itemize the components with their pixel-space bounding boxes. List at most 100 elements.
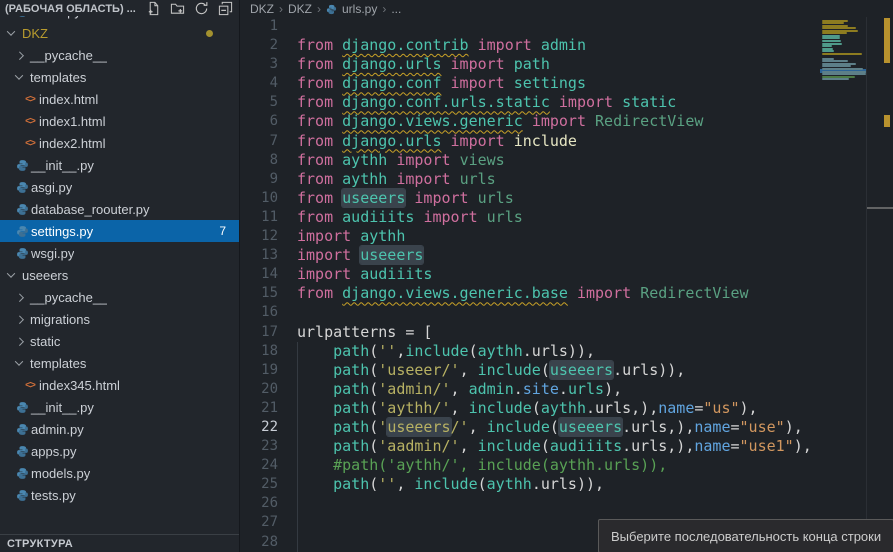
tree-item-index.html[interactable]: <>index.html [0, 88, 239, 110]
tree-item-templates[interactable]: templates [0, 66, 239, 88]
code-line-2[interactable]: 2from django.contrib import admin [241, 36, 893, 55]
tree-item-label: templates [29, 356, 86, 371]
code-line-10[interactable]: 10from useeers import urls [241, 189, 893, 208]
code-text: #path('aythh/', include(aythh.urls)), [297, 456, 893, 475]
tree-item-index1.html[interactable]: <>index1.html [0, 110, 239, 132]
line-number: 28 [241, 533, 297, 552]
code-text: import useeers [297, 246, 893, 265]
tree-item-useeers[interactable]: useeers [0, 264, 239, 286]
tree-item-settings.py[interactable]: settings.py 7 [0, 220, 239, 242]
code-text: path('admin/', admin.site.urls), [297, 380, 893, 399]
tree-item-apps.py[interactable]: apps.py [0, 440, 239, 462]
code-line-5[interactable]: 5from django.conf.urls.static import sta… [241, 93, 893, 112]
code-line-23[interactable]: 23 path('aadmin/', include(audiiits.urls… [241, 437, 893, 456]
tree-item-migrations[interactable]: migrations [0, 308, 239, 330]
code-line-9[interactable]: 9from aythh import urls [241, 170, 893, 189]
line-number: 6 [241, 112, 297, 131]
code-text: from aythh import views [297, 151, 893, 170]
line-number: 11 [241, 208, 297, 227]
chevron-right-icon [15, 337, 23, 345]
tree-item-__init__.py[interactable]: __init__.py [0, 396, 239, 418]
code-line-7[interactable]: 7from django.urls import include [241, 132, 893, 151]
tree-item-static[interactable]: static [0, 330, 239, 352]
line-number: 18 [241, 342, 297, 361]
breadcrumb-item-folder[interactable]: DKZ [250, 2, 274, 16]
code-line-26[interactable]: 26 [241, 494, 893, 513]
tree-item-label: index345.html [38, 378, 120, 393]
minimap-line [822, 68, 863, 70]
new-folder-icon[interactable] [170, 1, 185, 16]
code-line-16[interactable]: 16 [241, 303, 893, 322]
breadcrumb-item-symbol[interactable]: ... [391, 2, 401, 16]
minimap[interactable] [820, 17, 866, 537]
problems-count-badge: 7 [219, 224, 226, 238]
code-line-1[interactable]: 1 [241, 17, 893, 36]
code-line-21[interactable]: 21 path('aythh/', include(aythh.urls,),n… [241, 399, 893, 418]
code-line-13[interactable]: 13import useeers [241, 246, 893, 265]
code-text: path('useeer/', include(useeers.urls)), [297, 361, 893, 380]
code-line-17[interactable]: 17urlpatterns = [ [241, 323, 893, 342]
tree-item-label: index1.html [38, 114, 105, 129]
tree-item-__pycache__[interactable]: __pycache__ [0, 286, 239, 308]
code-line-19[interactable]: 19 path('useeer/', include(useeers.urls)… [241, 361, 893, 380]
code-line-25[interactable]: 25 path('', include(aythh.urls)), [241, 475, 893, 494]
tree-item-index345.html[interactable]: <>index345.html [0, 374, 239, 396]
python-file-icon [326, 4, 337, 15]
tree-item-admin.py[interactable]: admin.py [0, 418, 239, 440]
tree-item-index2.html[interactable]: <>index2.html [0, 132, 239, 154]
code-text: path('aythh/', include(aythh.urls,),name… [297, 399, 893, 418]
tree-item-DKZ[interactable]: DKZ [0, 22, 239, 44]
chevron-right-icon: › [382, 2, 386, 16]
code-line-15[interactable]: 15from django.views.generic.base import … [241, 284, 893, 303]
modified-dot-badge [206, 30, 213, 37]
code-line-24[interactable]: 24 #path('aythh/', include(aythh.urls)), [241, 456, 893, 475]
workspace-title: (РАБОЧАЯ ОБЛАСТЬ) ... [5, 3, 146, 15]
code-text: path('', include(aythh.urls)), [297, 475, 893, 494]
code-line-4[interactable]: 4from django.conf import settings [241, 74, 893, 93]
line-number: 4 [241, 74, 297, 93]
new-file-icon[interactable] [146, 1, 161, 16]
code-line-12[interactable]: 12import aythh [241, 227, 893, 246]
tree-item-models.py[interactable]: models.py [0, 462, 239, 484]
explorer-section-header[interactable]: (РАБОЧАЯ ОБЛАСТЬ) ... [0, 0, 239, 16]
line-number: 13 [241, 246, 297, 265]
tree-item-label: static [29, 334, 60, 349]
file-tree: views.pyDKZ__pycache__templates<>index.h… [0, 9, 239, 506]
code-line-3[interactable]: 3from django.urls import path [241, 55, 893, 74]
code-line-6[interactable]: 6from django.views.generic import Redire… [241, 112, 893, 131]
tree-item-label: useeers [21, 268, 68, 283]
python-file-icon [14, 203, 30, 216]
code-area[interactable]: 12from django.contrib import admin3from … [241, 17, 893, 552]
chevron-right-icon [15, 293, 23, 301]
breadcrumb-item-subfolder[interactable]: DKZ [288, 2, 312, 16]
outline-section-header[interactable]: СТРУКТУРА [0, 534, 239, 552]
collapse-all-icon[interactable] [218, 1, 233, 16]
line-number: 24 [241, 456, 297, 475]
scrollbar-overview-ruler[interactable] [866, 0, 893, 552]
tree-item-database_roouter.py[interactable]: database_roouter.py [0, 198, 239, 220]
breadcrumb-item-file[interactable]: urls.py [342, 2, 377, 16]
tree-item-wsgi.py[interactable]: wsgi.py [0, 242, 239, 264]
line-number: 16 [241, 303, 297, 322]
code-line-22[interactable]: 22 path('useeers/', include(useeers.urls… [241, 418, 893, 437]
tree-item-__init__.py[interactable]: __init__.py [0, 154, 239, 176]
html-file-icon: <> [22, 116, 38, 127]
tree-item-label: settings.py [30, 224, 93, 239]
refresh-icon[interactable] [194, 1, 209, 16]
chevron-right-icon [15, 51, 23, 59]
code-line-11[interactable]: 11from audiiits import urls [241, 208, 893, 227]
tree-item-label: DKZ [21, 26, 48, 41]
tree-item-asgi.py[interactable]: asgi.py [0, 176, 239, 198]
code-line-20[interactable]: 20 path('admin/', admin.site.urls), [241, 380, 893, 399]
tree-item-tests.py[interactable]: tests.py [0, 484, 239, 506]
code-line-18[interactable]: 18 path('',include(aythh.urls)), [241, 342, 893, 361]
code-text: from django.conf import settings [297, 74, 893, 93]
tree-item-label: tests.py [30, 488, 76, 503]
line-number: 7 [241, 132, 297, 151]
chevron-right-icon: › [279, 2, 283, 16]
tree-item-__pycache__[interactable]: __pycache__ [0, 44, 239, 66]
code-line-14[interactable]: 14import audiiits [241, 265, 893, 284]
line-number: 3 [241, 55, 297, 74]
tree-item-templates[interactable]: templates [0, 352, 239, 374]
code-line-8[interactable]: 8from aythh import views [241, 151, 893, 170]
